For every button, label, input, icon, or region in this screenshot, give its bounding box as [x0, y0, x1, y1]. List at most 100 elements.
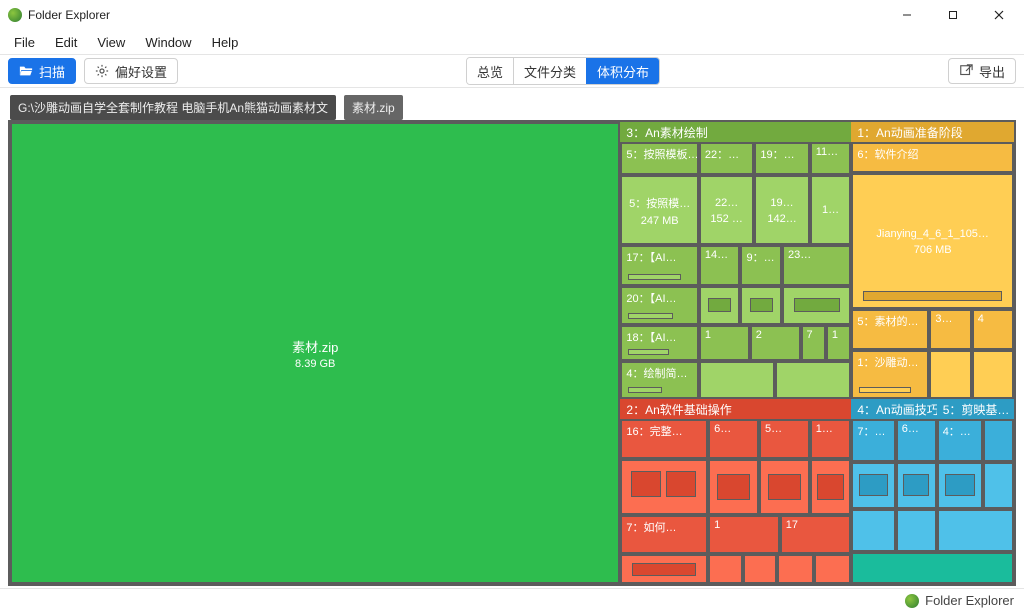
export-icon — [959, 64, 973, 78]
tm-cell[interactable] — [759, 459, 810, 515]
tm-cell[interactable] — [743, 554, 778, 584]
tm-cell[interactable] — [708, 459, 759, 515]
treemap-canvas[interactable]: 素材.zip 8.39 GB 3：An素材绘制 5：按照模板… 22：… 19：… — [8, 120, 1016, 586]
tm-cell[interactable] — [699, 361, 775, 400]
tm-cell[interactable] — [851, 462, 895, 510]
tm-cell[interactable]: 4 — [972, 309, 1014, 350]
tm-cell[interactable] — [814, 554, 851, 584]
tm-cell[interactable]: 1 — [826, 325, 851, 361]
tab-file-types[interactable]: 文件分类 — [513, 58, 586, 84]
tm-cell[interactable]: 4：绘制简… — [620, 361, 699, 400]
folder-open-icon — [19, 64, 33, 78]
tm-cell[interactable] — [929, 350, 971, 399]
tm-cell[interactable] — [775, 361, 851, 400]
tm-cell[interactable]: 7 — [801, 325, 826, 361]
tm-cell[interactable]: 19… 142… — [754, 175, 809, 244]
tm-cell[interactable] — [983, 462, 1014, 510]
tm-cell[interactable] — [896, 462, 937, 510]
tm-cell[interactable]: 6… — [708, 419, 759, 459]
export-button[interactable]: 导出 — [948, 58, 1016, 84]
tm-cell[interactable]: 14… — [699, 245, 741, 286]
tm-cell[interactable] — [896, 509, 937, 551]
tm-cell[interactable]: 22：… — [699, 142, 754, 175]
menu-help[interactable]: Help — [204, 33, 247, 52]
tm-cell[interactable] — [699, 286, 741, 325]
tab-overview[interactable]: 总览 — [467, 58, 513, 84]
maximize-button[interactable] — [930, 1, 976, 29]
tm-group-3-title: 3：An素材绘制 — [620, 122, 851, 142]
tm-group-3[interactable]: 3：An素材绘制 5：按照模板… 22：… 19：… 11… 5：按照模… 24… — [620, 122, 851, 399]
tm-cell[interactable]: 16：完整… — [620, 419, 708, 459]
tm-cell-teal[interactable] — [851, 552, 1014, 584]
tm-cell[interactable]: 17 — [780, 515, 852, 555]
menu-file[interactable]: File — [6, 33, 43, 52]
tm-cell[interactable]: 1：沙雕动… — [851, 350, 929, 399]
tm-cell[interactable]: 4：… — [937, 419, 983, 461]
tm-cell[interactable] — [937, 462, 983, 510]
tm-cell[interactable]: 3… — [929, 309, 971, 350]
tm-cell[interactable]: 2 — [750, 325, 801, 361]
tm-cell[interactable]: 5… — [759, 419, 810, 459]
gear-icon — [95, 64, 109, 78]
breadcrumb: G:\沙雕动画自学全套制作教程 电脑手机An熊猫动画素材文 素材.zip — [8, 94, 1016, 120]
status-app-icon — [905, 594, 919, 608]
menubar: File Edit View Window Help — [0, 30, 1024, 54]
export-label: 导出 — [979, 62, 1005, 81]
tm-group-4[interactable]: 4：An动画技巧 7：… 6… — [851, 399, 936, 551]
tm-cell[interactable]: 11… — [810, 142, 852, 175]
menu-edit[interactable]: Edit — [47, 33, 85, 52]
tm-group-1[interactable]: 1：An动画准备阶段 6：软件介绍 Jianying_4_6_1_105… 70… — [851, 122, 1014, 399]
tm-cell[interactable]: Jianying_4_6_1_105… 706 MB — [851, 173, 1014, 309]
tm-cell[interactable]: 7：如何… — [620, 515, 708, 555]
tm-cell[interactable]: 17：【AI… — [620, 245, 699, 286]
tm-cell[interactable]: 5：素材的… — [851, 309, 929, 350]
tm-cell[interactable]: 19：… — [754, 142, 809, 175]
main-area: G:\沙雕动画自学全套制作教程 电脑手机An熊猫动画素材文 素材.zip 素材.… — [0, 88, 1024, 588]
tm-cell[interactable] — [708, 554, 743, 584]
tm-cell[interactable] — [937, 509, 1014, 551]
status-text: Folder Explorer — [925, 593, 1014, 608]
tm-cell[interactable] — [972, 350, 1014, 399]
tm-cell[interactable]: 1… — [810, 419, 852, 459]
breadcrumb-current[interactable]: 素材.zip — [344, 95, 403, 120]
tm-cell[interactable]: 9：… — [740, 245, 782, 286]
toolbar: 扫描 偏好设置 总览 文件分类 体积分布 导出 — [0, 54, 1024, 88]
tm-cell[interactable]: 18：【AI… — [620, 325, 699, 361]
tm-group-2[interactable]: 2：An软件基础操作 16：完整… 6… 5… 1… 7：如何… 1 17 — [620, 399, 851, 584]
prefs-label: 偏好设置 — [115, 62, 167, 81]
tm-cell[interactable] — [620, 554, 708, 584]
tm-cell[interactable] — [851, 509, 895, 551]
tm-cell[interactable]: 1 — [708, 515, 780, 555]
prefs-button[interactable]: 偏好设置 — [84, 58, 178, 84]
tab-size-dist[interactable]: 体积分布 — [586, 58, 659, 84]
tm-cell[interactable]: 7：… — [851, 419, 895, 461]
tm-cell[interactable]: 5：按照模板… — [620, 142, 699, 175]
breadcrumb-path[interactable]: G:\沙雕动画自学全套制作教程 电脑手机An熊猫动画素材文 — [10, 95, 336, 120]
menu-view[interactable]: View — [89, 33, 133, 52]
tm-group-5[interactable]: 5：剪映基… 4：… — [937, 399, 1014, 551]
tm-group-2-title: 2：An软件基础操作 — [620, 399, 851, 419]
minimize-button[interactable] — [884, 1, 930, 29]
menu-window[interactable]: Window — [137, 33, 199, 52]
tm-cell[interactable] — [810, 459, 852, 515]
titlebar: Folder Explorer — [0, 0, 1024, 30]
tm-cell[interactable] — [782, 286, 851, 325]
tm-cell[interactable] — [777, 554, 814, 584]
tm-cell[interactable] — [740, 286, 782, 325]
tm-cell[interactable]: 6：软件介绍 — [851, 142, 1014, 173]
close-button[interactable] — [976, 1, 1022, 29]
tm-cell[interactable]: 5：按照模… 247 MB — [620, 175, 699, 244]
tm-cell[interactable]: 22… 152 … — [699, 175, 754, 244]
scan-label: 扫描 — [39, 62, 65, 81]
tm-cell[interactable]: 23… — [782, 245, 851, 286]
tm-group-1-title: 1：An动画准备阶段 — [851, 122, 1014, 142]
scan-button[interactable]: 扫描 — [8, 58, 76, 84]
tm-big[interactable]: 素材.zip 8.39 GB — [10, 122, 620, 584]
tm-cell[interactable]: 6… — [896, 419, 937, 461]
statusbar: Folder Explorer — [0, 588, 1024, 612]
tm-cell[interactable]: 20：【AI… — [620, 286, 699, 325]
tm-cell[interactable] — [620, 459, 708, 515]
tm-cell[interactable] — [983, 419, 1014, 461]
tm-cell[interactable]: 1 — [699, 325, 750, 361]
tm-cell[interactable]: 1… — [810, 175, 852, 244]
